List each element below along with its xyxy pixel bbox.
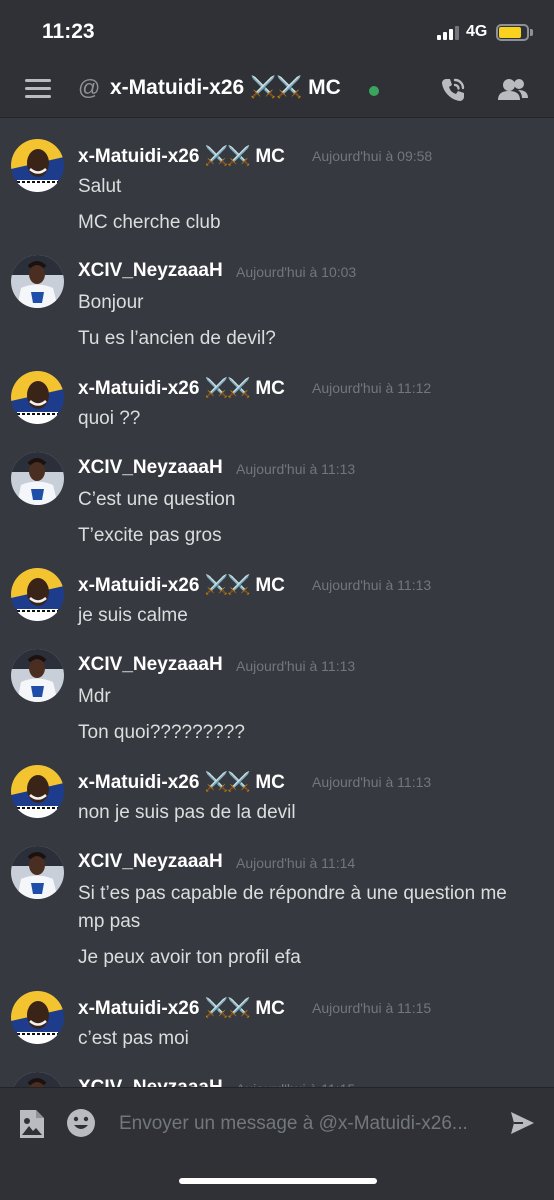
message-timestamp: Aujourd'hui à 11:12 bbox=[312, 380, 432, 396]
message-author[interactable]: XCIV_NeyzaaaH bbox=[78, 1077, 223, 1087]
avatar[interactable] bbox=[11, 452, 64, 505]
avatar[interactable] bbox=[11, 649, 64, 702]
author-name: XCIV_NeyzaaaH bbox=[78, 260, 223, 281]
signal-strength-icon bbox=[437, 25, 463, 40]
status-bar: 11:23 4G bbox=[0, 0, 554, 62]
at-icon: @ bbox=[78, 75, 101, 100]
author-name: x-Matuidi-x26 bbox=[78, 772, 200, 793]
message-author[interactable]: x-Matuidi-x26 ⚔️⚔️ MC bbox=[78, 996, 285, 1020]
message-timestamp: Aujourd'hui à 09:58 bbox=[312, 148, 433, 164]
message-text: MC cherche club bbox=[78, 212, 221, 233]
battery-cap bbox=[530, 29, 533, 36]
message-text: Mdr bbox=[78, 686, 111, 707]
message-list[interactable]: x-Matuidi-x26 ⚔️⚔️ MC Aujourd'hui à 09:58… bbox=[0, 119, 554, 1087]
message-text: c’est pas moi bbox=[78, 1028, 189, 1049]
message-group[interactable]: XCIV_NeyzaaaH Aujourd'hui à 11:13 Mdr Ton q… bbox=[0, 649, 554, 769]
author-name: x-Matuidi-x26 bbox=[78, 146, 200, 167]
message-text: Salut bbox=[78, 176, 122, 197]
battery-icon bbox=[496, 24, 529, 41]
avatar[interactable] bbox=[11, 1072, 64, 1087]
message-text: Si t’es pas capable de répondre à une qu… bbox=[78, 883, 507, 904]
avatar[interactable] bbox=[11, 255, 64, 308]
menu-icon[interactable] bbox=[25, 79, 51, 99]
crossed-swords-icon: ⚔️⚔️ bbox=[204, 998, 251, 1019]
avatar[interactable] bbox=[11, 991, 64, 1044]
message-input[interactable] bbox=[110, 1106, 490, 1142]
message-text: je suis calme bbox=[78, 605, 188, 626]
message-text: non je suis pas de la devil bbox=[78, 802, 296, 823]
message-text: T’excite pas gros bbox=[78, 525, 222, 546]
message-group[interactable]: XCIV_NeyzaaaH Aujourd'hui à 11:13 C’est un… bbox=[0, 452, 554, 572]
message-group[interactable]: XCIV_NeyzaaaHAujourd'hui à 11:15 bbox=[0, 1072, 554, 1087]
message-text: Bonjour bbox=[78, 292, 144, 313]
author-tag: MC bbox=[255, 575, 285, 596]
crossed-swords-icon: ⚔️⚔️ bbox=[204, 772, 251, 793]
author-tag: MC bbox=[255, 146, 285, 167]
message-timestamp: Aujourd'hui à 11:13 bbox=[236, 658, 356, 674]
message-author[interactable]: XCIV_NeyzaaaH bbox=[78, 654, 223, 676]
status-time: 11:23 bbox=[42, 20, 95, 43]
crossed-swords-icon: ⚔️⚔️ bbox=[204, 378, 251, 399]
avatar[interactable] bbox=[11, 139, 64, 192]
author-name: x-Matuidi-x26 bbox=[78, 998, 200, 1019]
message-timestamp: Aujourd'hui à 11:13 bbox=[236, 461, 356, 477]
message-text: mp pas bbox=[78, 911, 141, 932]
message-timestamp: Aujourd'hui à 11:13 bbox=[312, 774, 432, 790]
message-group[interactable]: XCIV_NeyzaaaH Aujourd'hui à 10:03 Bonjour T… bbox=[0, 255, 554, 375]
crossed-swords-icon: ⚔️⚔️ bbox=[204, 146, 251, 167]
members-icon[interactable] bbox=[497, 75, 529, 105]
message-timestamp: Aujourd'hui à 10:03 bbox=[236, 264, 357, 280]
message-author[interactable]: XCIV_NeyzaaaH bbox=[78, 260, 223, 282]
network-type: 4G bbox=[466, 23, 488, 40]
author-name: XCIV_NeyzaaaH bbox=[78, 1077, 223, 1087]
message-author[interactable]: x-Matuidi-x26 ⚔️⚔️ MC bbox=[78, 144, 285, 168]
author-tag: MC bbox=[255, 998, 285, 1019]
message-text: Tu es l’ancien de devil? bbox=[78, 328, 276, 349]
message-author[interactable]: x-Matuidi-x26 ⚔️⚔️ MC bbox=[78, 376, 285, 400]
phone-call-icon[interactable] bbox=[438, 75, 468, 105]
avatar[interactable] bbox=[11, 846, 64, 899]
author-name: XCIV_NeyzaaaH bbox=[78, 654, 223, 675]
emoji-icon[interactable] bbox=[66, 1108, 96, 1138]
home-indicator bbox=[179, 1178, 377, 1184]
avatar[interactable] bbox=[11, 371, 64, 424]
discord-dm-screen: 11:23 4G @ x-Matuidi-x26 ⚔️⚔️ MC x-Matui… bbox=[0, 0, 554, 1200]
author-name: XCIV_NeyzaaaH bbox=[78, 457, 223, 478]
author-name: x-Matuidi-x26 bbox=[78, 378, 200, 399]
message-group[interactable]: XCIV_NeyzaaaH Aujourd'hui à 11:14 Si t’es … bbox=[0, 846, 554, 968]
avatar[interactable] bbox=[11, 765, 64, 818]
online-status-dot bbox=[369, 86, 379, 96]
channel-header: @ x-Matuidi-x26 ⚔️⚔️ MC bbox=[0, 62, 554, 118]
message-text: Je peux avoir ton profil efa bbox=[78, 947, 301, 968]
message-author[interactable]: XCIV_NeyzaaaH bbox=[78, 457, 223, 479]
message-author[interactable]: x-Matuidi-x26 ⚔️⚔️ MC bbox=[78, 573, 285, 597]
message-text: quoi ?? bbox=[78, 408, 141, 429]
message-author[interactable]: XCIV_NeyzaaaH bbox=[78, 851, 223, 873]
message-text: Ton quoi????????? bbox=[78, 722, 245, 743]
message-text: C’est une question bbox=[78, 489, 236, 510]
crossed-swords-icon: ⚔️⚔️ bbox=[204, 575, 251, 596]
message-timestamp: Aujourd'hui à 11:13 bbox=[312, 577, 432, 593]
author-name: x-Matuidi-x26 bbox=[78, 575, 200, 596]
author-name: XCIV_NeyzaaaH bbox=[78, 851, 223, 872]
message-author[interactable]: x-Matuidi-x26 ⚔️⚔️ MC bbox=[78, 770, 285, 794]
message-group[interactable]: x-Matuidi-x26 ⚔️⚔️ MC Aujourd'hui à 09:58… bbox=[0, 139, 554, 259]
avatar[interactable] bbox=[11, 568, 64, 621]
author-tag: MC bbox=[255, 378, 285, 399]
send-icon[interactable] bbox=[509, 1110, 535, 1136]
author-tag: MC bbox=[255, 772, 285, 793]
message-timestamp: Aujourd'hui à 11:14 bbox=[236, 855, 356, 871]
channel-title[interactable]: x-Matuidi-x26 ⚔️⚔️ MC bbox=[110, 76, 341, 100]
message-timestamp: Aujourd'hui à 11:15 bbox=[312, 1000, 432, 1016]
image-icon[interactable] bbox=[18, 1108, 46, 1140]
